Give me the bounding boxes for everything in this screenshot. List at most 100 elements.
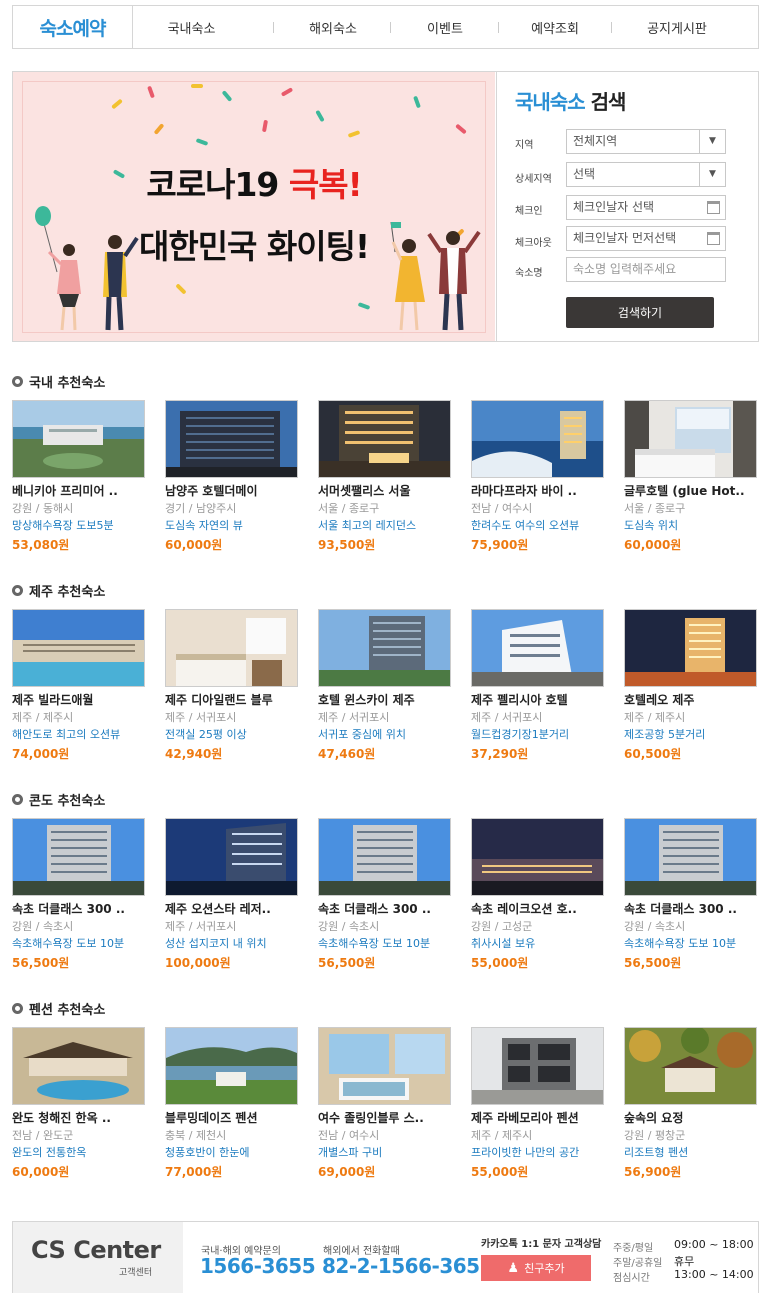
lodging-thumbnail[interactable]: [624, 818, 757, 896]
lodging-thumbnail[interactable]: [624, 400, 757, 478]
lodging-card[interactable]: 베니키아 프리미어 .. 강원 / 동해시 망상해수욕장 도보5분 53,080…: [12, 400, 145, 553]
lodging-thumbnail[interactable]: [318, 400, 451, 478]
lodging-card[interactable]: 완도 청해진 한옥 .. 전남 / 완도군 완도의 전통한옥 60,000원: [12, 1027, 145, 1180]
cs-center-box: CS Center 고객센터: [13, 1222, 183, 1293]
lodging-description: 프라이빗한 나만의 공간: [471, 1146, 580, 1159]
lodging-card[interactable]: 남양주 호텔더메이 경기 / 남양주시 도심속 자연의 뷰 60,000원: [165, 400, 298, 553]
nav-event[interactable]: 이벤트: [391, 6, 499, 48]
lodging-thumbnail[interactable]: [12, 1027, 145, 1105]
checkin-date-value: 체크인날자 선택: [573, 200, 655, 214]
lodging-thumbnail[interactable]: [471, 1027, 604, 1105]
lodging-price: 56,900원: [624, 1165, 682, 1179]
lodging-name[interactable]: 호텔레오 제주: [624, 691, 757, 708]
lodging-thumbnail[interactable]: [624, 1027, 757, 1105]
lodging-card[interactable]: 속초 더클래스 300 .. 강원 / 속초시 속초해수욕장 도보 10분 56…: [12, 818, 145, 971]
lodging-name[interactable]: 라마다프라자 바이 ..: [471, 482, 604, 499]
lodging-name[interactable]: 속초 더클래스 300 ..: [624, 900, 757, 917]
lodging-price: 75,900원: [471, 538, 529, 552]
lodging-thumbnail[interactable]: [12, 609, 145, 687]
nav-notice-board[interactable]: 공지게시판: [612, 6, 742, 48]
lodging-card[interactable]: 속초 더클래스 300 .. 강원 / 속초시 속초해수욕장 도보 10분 56…: [318, 818, 451, 971]
lodging-card[interactable]: 글루호텔 (glue Hot.. 서울 / 종로구 도심속 위치 60,000원: [624, 400, 757, 553]
lodging-name[interactable]: 완도 청해진 한옥 ..: [12, 1109, 145, 1126]
lodging-card[interactable]: 제주 오션스타 레저.. 제주 / 서귀포시 성산 섭지코지 내 위치 100,…: [165, 818, 298, 971]
phone-domestic-number[interactable]: 1566-3655: [200, 1254, 316, 1278]
lodging-name[interactable]: 숲속의 요정: [624, 1109, 757, 1126]
lodging-price: 47,460원: [318, 747, 376, 761]
lodging-name[interactable]: 속초 더클래스 300 ..: [12, 900, 145, 917]
lodging-name[interactable]: 남양주 호텔더메이: [165, 482, 298, 499]
lodging-card[interactable]: 호텔 윈스카이 제주 제주 / 서귀포시 서귀포 중심에 위치 47,460원: [318, 609, 451, 762]
lodging-thumbnail[interactable]: [471, 818, 604, 896]
lodging-card[interactable]: 서머셋팰리스 서울 서울 / 종로구 서울 최고의 레지던스 93,500원: [318, 400, 451, 553]
banner-headline: 코로나19 극복!: [146, 165, 362, 204]
lodging-card[interactable]: 속초 레이크오션 호.. 강원 / 고성군 취사시설 보유 55,000원: [471, 818, 604, 971]
search-button[interactable]: 검색하기: [566, 297, 714, 328]
lodging-card[interactable]: 숲속의 요정 강원 / 평창군 리조트형 펜션 56,900원: [624, 1027, 757, 1180]
section-title-text: 콘도 추천숙소: [29, 794, 106, 809]
lodging-card[interactable]: 여수 졸링인블루 스.. 전남 / 여수시 개별스파 구비 69,000원: [318, 1027, 451, 1180]
detail-region-label: 상세지역: [515, 174, 552, 185]
lodging-location: 경기 / 남양주시: [165, 502, 237, 515]
lodging-description: 완도의 전통한옥: [12, 1146, 87, 1159]
lodging-card[interactable]: 호텔레오 제주 제주 / 제주시 제조공항 5분거리 60,500원: [624, 609, 757, 762]
region-select[interactable]: 전체지역 ▼: [566, 129, 726, 154]
lodging-name[interactable]: 제주 빌라드애월: [12, 691, 145, 708]
detail-region-select[interactable]: 선택 ▼: [566, 162, 726, 187]
phone-overseas-number[interactable]: 82-2-1566-3655: [322, 1254, 493, 1278]
lodging-thumbnail[interactable]: [165, 400, 298, 478]
lodging-thumbnail[interactable]: [318, 609, 451, 687]
lodging-name[interactable]: 호텔 윈스카이 제주: [318, 691, 451, 708]
lodging-name[interactable]: 제주 펠리시아 호텔: [471, 691, 604, 708]
lodging-thumbnail[interactable]: [165, 609, 298, 687]
lodging-thumbnail[interactable]: [12, 400, 145, 478]
lodging-card[interactable]: 블루밍데이즈 펜션 충북 / 제천시 청풍호반이 한눈에 77,000원: [165, 1027, 298, 1180]
lodging-description: 제조공항 5분거리: [624, 728, 706, 741]
lodging-name[interactable]: 제주 오션스타 레저..: [165, 900, 298, 917]
lodging-name[interactable]: 속초 레이크오션 호..: [471, 900, 604, 917]
kakao-add-friend-button[interactable]: ♟ 친구추가: [481, 1255, 591, 1281]
nav-reservation-lookup[interactable]: 예약조회: [499, 6, 611, 48]
lodging-thumbnail[interactable]: [165, 1027, 298, 1105]
lodging-card[interactable]: 속초 더클래스 300 .. 강원 / 속초시 속초해수욕장 도보 10분 56…: [624, 818, 757, 971]
lodging-thumbnail[interactable]: [318, 818, 451, 896]
lodging-location: 전남 / 여수시: [471, 502, 533, 515]
lodging-thumbnail[interactable]: [12, 818, 145, 896]
lodging-name[interactable]: 블루밍데이즈 펜션: [165, 1109, 298, 1126]
lodging-card[interactable]: 라마다프라자 바이 .. 전남 / 여수시 한려수도 여수의 오션뷰 75,90…: [471, 400, 604, 553]
event-banner[interactable]: 코로나19 극복! 대한민국 화이팅!: [13, 72, 495, 341]
checkout-date-field[interactable]: 체크인날자 먼저선택: [566, 226, 726, 251]
lodging-description: 월드컵경기장1분거리: [471, 728, 570, 741]
lodging-name[interactable]: 제주 디아일랜드 블루: [165, 691, 298, 708]
lodging-name-input[interactable]: 숙소명 입력해주세요: [566, 257, 726, 282]
lodging-name[interactable]: 여수 졸링인블루 스..: [318, 1109, 451, 1126]
calendar-icon[interactable]: [707, 201, 720, 214]
lodging-price: 60,000원: [12, 1165, 70, 1179]
lodging-name[interactable]: 서머셋팰리스 서울: [318, 482, 451, 499]
checkin-date-field[interactable]: 체크인날자 선택: [566, 195, 726, 220]
lodging-name[interactable]: 제주 라베모리아 펜션: [471, 1109, 604, 1126]
lodging-thumbnail[interactable]: [471, 400, 604, 478]
lodging-name[interactable]: 글루호텔 (glue Hot..: [624, 482, 757, 499]
lodging-thumbnail[interactable]: [318, 1027, 451, 1105]
lodging-card[interactable]: 제주 펠리시아 호텔 제주 / 서귀포시 월드컵경기장1분거리 37,290원: [471, 609, 604, 762]
lodging-location: 전남 / 완도군: [12, 1129, 74, 1142]
lodging-thumbnail[interactable]: [624, 609, 757, 687]
add-friend-icon: ♟: [507, 1260, 520, 1276]
hours-label: 주중/평일: [613, 1243, 654, 1254]
lodging-name[interactable]: 속초 더클래스 300 ..: [318, 900, 451, 917]
lodging-location: 전남 / 여수시: [318, 1129, 380, 1142]
hours-value: 09:00 ~ 18:00: [674, 1238, 754, 1251]
lodging-thumbnail[interactable]: [471, 609, 604, 687]
nav-domestic[interactable]: 국내숙소: [133, 6, 250, 48]
lodging-card[interactable]: 제주 라베모리아 펜션 제주 / 제주시 프라이빗한 나만의 공간 55,000…: [471, 1027, 604, 1180]
lodging-description: 전객실 25평 이상: [165, 728, 247, 741]
lodging-thumbnail[interactable]: [165, 818, 298, 896]
lodging-card[interactable]: 제주 디아일랜드 블루 제주 / 서귀포시 전객실 25평 이상 42,940원: [165, 609, 298, 762]
site-logo[interactable]: 숙소예약: [13, 6, 133, 48]
lodging-card[interactable]: 제주 빌라드애월 제주 / 제주시 해안도로 최고의 오션뷰 74,000원: [12, 609, 145, 762]
calendar-icon[interactable]: [707, 232, 720, 245]
lodging-description: 성산 섭지코지 내 위치: [165, 937, 267, 950]
nav-overseas[interactable]: 해외숙소: [274, 6, 392, 48]
lodging-name[interactable]: 베니키아 프리미어 ..: [12, 482, 145, 499]
